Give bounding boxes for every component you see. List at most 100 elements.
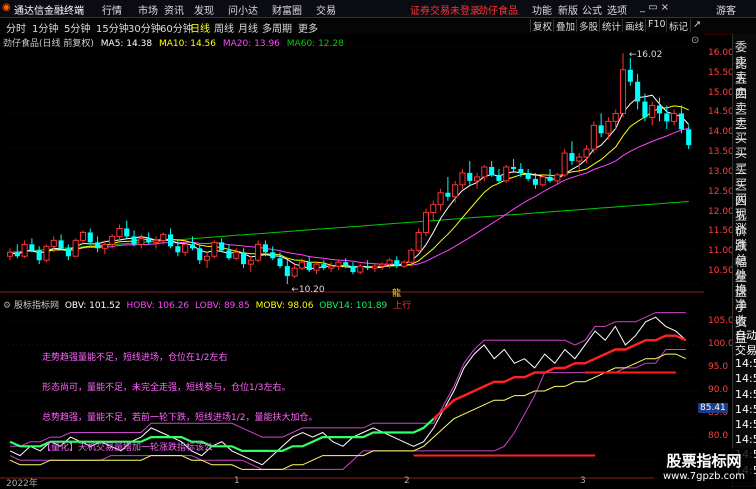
candle-body	[306, 262, 312, 271]
candle-body	[152, 239, 160, 243]
menu-item-0[interactable]: 行情	[102, 2, 122, 17]
tool-1[interactable]: 叠加	[553, 19, 577, 33]
candle-body	[408, 249, 415, 263]
period-1[interactable]: 1分钟	[32, 20, 58, 35]
candle-body	[561, 152, 568, 176]
menu-item-1[interactable]: 市场	[138, 2, 158, 17]
candle-body	[313, 263, 320, 271]
candle-body	[203, 255, 211, 261]
candle-body	[386, 259, 393, 265]
candle-body	[627, 69, 633, 82]
candle-body	[649, 105, 656, 118]
price-axis-label: 10.50	[708, 266, 734, 277]
period-8[interactable]: 月线	[238, 20, 258, 35]
candle-body	[116, 227, 123, 237]
candle-body	[43, 245, 50, 261]
candle-body	[518, 168, 524, 173]
mobv-value: MOBV: 98.06	[255, 301, 314, 311]
tool-3[interactable]: 统计	[599, 19, 623, 33]
right-menu-3[interactable]: 选项	[607, 2, 627, 17]
side-panel-item[interactable]: 14:5	[735, 372, 756, 385]
candle-body	[569, 153, 575, 162]
price-axis: 16.00 15.50 15.00 14.50 14.00 13.50 13.00 12.50…	[698, 34, 734, 487]
candle-body	[6, 251, 14, 257]
period-0[interactable]: 分时	[6, 20, 26, 35]
trend-label: 上行	[393, 301, 412, 311]
side-panel-item[interactable]: 交易	[735, 342, 756, 358]
candle-body	[226, 250, 232, 259]
side-panel-item[interactable]: 14:5	[735, 403, 756, 416]
period-4[interactable]: 30分钟	[128, 20, 161, 35]
x-label-3: 3	[580, 476, 586, 486]
candle-body	[29, 244, 35, 251]
tool-4[interactable]: 画线	[622, 19, 646, 33]
period-10[interactable]: 更多	[298, 20, 318, 35]
candle-body	[270, 252, 276, 259]
menu-item-3[interactable]: 发现	[194, 2, 214, 17]
period-6[interactable]: 日线	[190, 20, 210, 35]
candle-body	[321, 264, 327, 269]
right-menu-1[interactable]: 新版	[558, 2, 578, 17]
ind-axis-label: 95.0	[708, 361, 729, 372]
side-panel-item[interactable]: 14:5	[735, 433, 756, 446]
tool-5[interactable]: F10	[645, 19, 668, 32]
indicator-name: 股标指标网	[13, 301, 59, 311]
menu-item-4[interactable]: 问小达	[228, 2, 258, 17]
candle-body	[328, 265, 335, 269]
side-panel-item[interactable]: 14:5	[735, 388, 756, 401]
menu-item-5[interactable]: 财富圈	[272, 2, 302, 17]
ma20-value: MA20: 13.96	[222, 39, 280, 49]
candle-body	[87, 232, 93, 243]
chart-close-icon[interactable]: ⊙	[691, 35, 699, 46]
menu-item-2[interactable]: 资讯	[164, 2, 184, 17]
quote-side-panel[interactable]: 委比 卖五 卖四 卖三 卖二 卖一 买一 买二 买三 买四 买五 现价 涨跌 涨幅 总量 外盘 换手 净资 收益 自动…	[732, 34, 756, 487]
side-panel-item[interactable]: 14:5	[735, 418, 756, 431]
candle-body	[219, 242, 225, 251]
candle-body	[343, 262, 349, 267]
period-9[interactable]: 多周期	[262, 20, 292, 35]
period-3[interactable]: 15分钟	[96, 20, 129, 35]
side-panel-item[interactable]: 14:5	[735, 357, 756, 370]
window-controls[interactable]: _ ▭ ×	[640, 2, 669, 13]
candle-body	[291, 267, 298, 277]
candle-body	[612, 112, 619, 122]
guest-label[interactable]: 游客	[716, 2, 736, 17]
candle-body	[452, 184, 459, 198]
candle-body	[590, 124, 597, 150]
x-label-1: 1	[234, 476, 240, 486]
candle-body	[459, 172, 466, 186]
lobv-value: LOBV: 89.85	[194, 301, 250, 311]
period-toolbar: 分时 1分钟 5分钟 15分钟 30分钟 60分钟 日线 周线 月线 多周期 更…	[0, 18, 756, 35]
watermark: 股票指标网 www.7gpzb.com	[654, 448, 754, 486]
candle-body	[547, 176, 553, 181]
tool-6[interactable]: 标记	[666, 19, 690, 33]
price-axis-label: 14.00	[708, 127, 734, 138]
candle-body	[474, 176, 481, 182]
tool-0[interactable]: 复权	[530, 19, 554, 33]
period-2[interactable]: 5分钟	[64, 20, 90, 35]
login-alert[interactable]: 证券交易未登录	[410, 2, 480, 17]
ind-axis-label: 80.0	[708, 431, 729, 442]
obv-value: OBV: 101.52	[64, 301, 121, 311]
price-axis-label: 12.00	[708, 206, 734, 217]
candle-body	[233, 251, 240, 259]
menu-item-6[interactable]: 交易	[316, 2, 336, 17]
candle-body	[240, 252, 247, 265]
candle-body	[467, 172, 473, 181]
period-7[interactable]: 周线	[214, 20, 234, 35]
watermark-title: 股票指标网	[666, 452, 742, 470]
period-5[interactable]: 60分钟	[160, 20, 193, 35]
stock-link[interactable]: 劲仔食品	[478, 2, 518, 17]
right-menu-0[interactable]: 功能	[532, 2, 552, 17]
side-panel-item[interactable]: 自动	[735, 327, 756, 343]
candle-body	[21, 243, 28, 257]
right-menu-2[interactable]: 公式	[582, 2, 602, 17]
indicator-gear-icon[interactable]: ⚙	[3, 301, 11, 311]
tool-7[interactable]: ↗	[690, 19, 703, 32]
candle-body	[503, 166, 510, 182]
price-axis-label: 14.50	[708, 107, 734, 118]
candle-body	[401, 261, 408, 267]
tool-2[interactable]: 多股	[576, 19, 600, 33]
candle-body	[642, 101, 648, 118]
annotation-4: 【量化】天机交易量增加一轮涨跌指标该公	[42, 443, 214, 453]
